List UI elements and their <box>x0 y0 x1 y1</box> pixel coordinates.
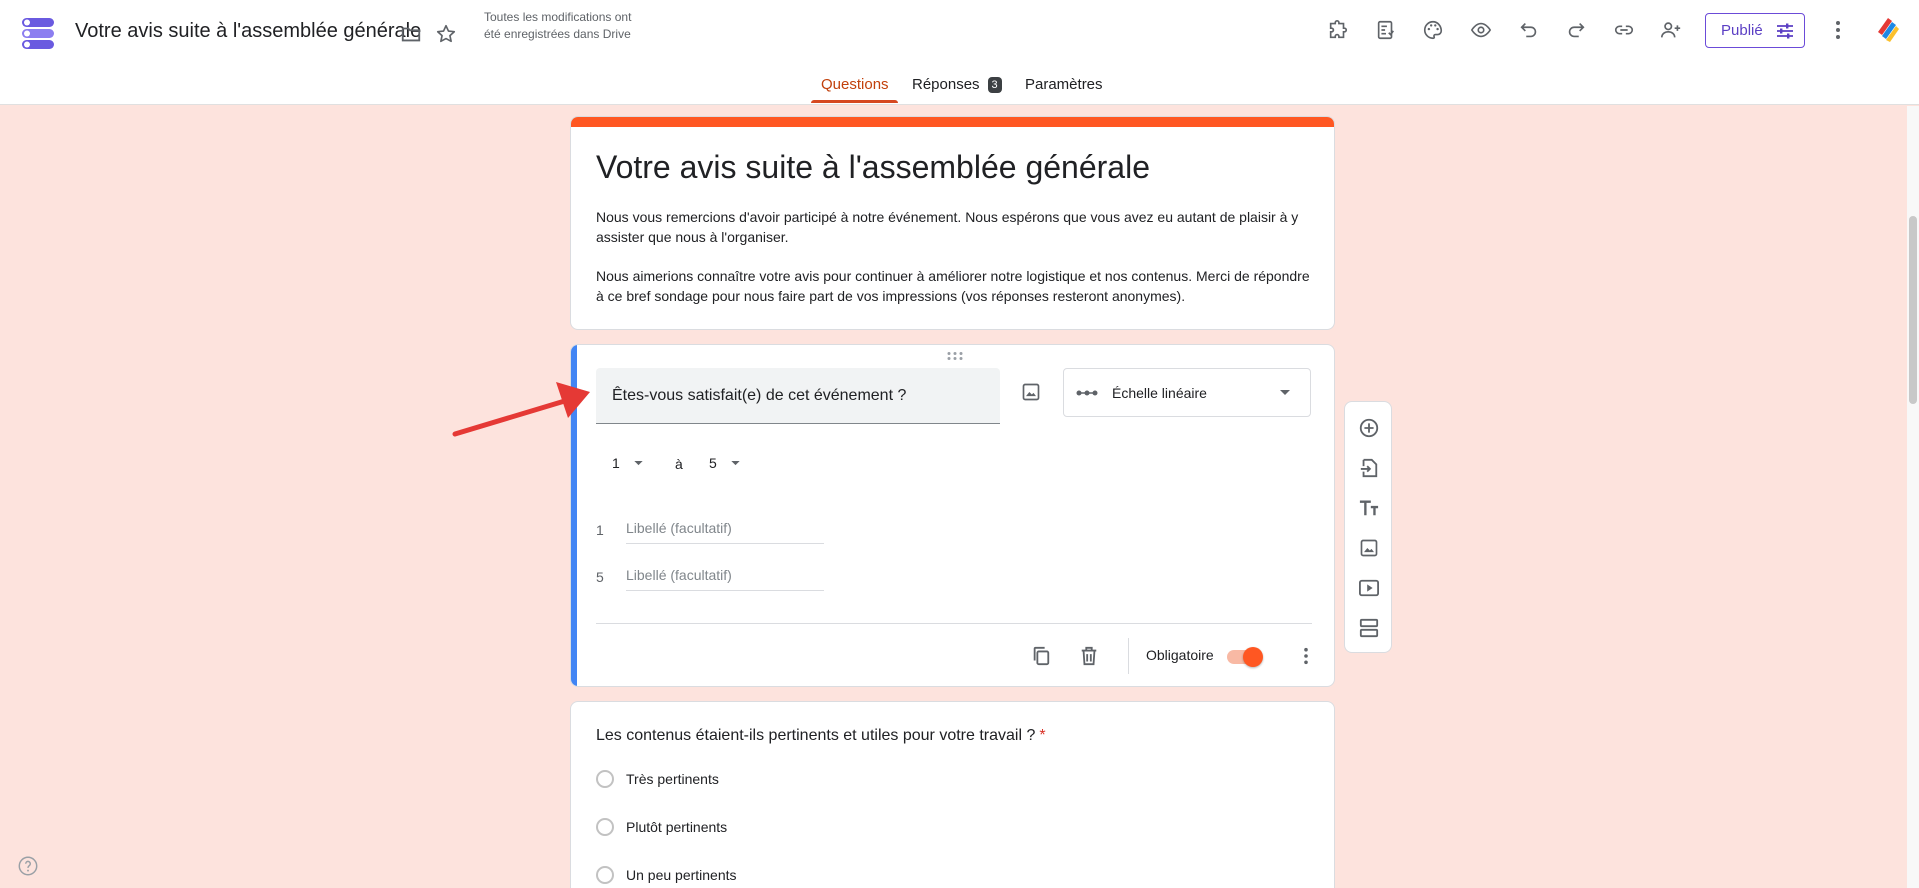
duplicate-icon[interactable] <box>1025 640 1057 672</box>
add-collaborator-icon[interactable] <box>1656 15 1686 45</box>
scale-min-label-input[interactable]: Libellé (facultatif) <box>626 516 824 544</box>
add-video-icon[interactable] <box>1353 572 1385 604</box>
tab-responses[interactable]: Réponses 3 <box>912 76 1002 105</box>
add-image-icon[interactable] <box>1015 376 1047 408</box>
publish-button[interactable]: Publié <box>1705 13 1805 48</box>
linear-scale-icon <box>1076 390 1098 395</box>
addon-icon[interactable] <box>1323 15 1353 45</box>
radio-option[interactable]: Plutôt pertinents <box>596 818 727 836</box>
save-status: Toutes les modifications ont été enregis… <box>484 10 632 41</box>
import-questions-icon[interactable] <box>1353 452 1385 484</box>
palette-icon[interactable] <box>1418 15 1448 45</box>
form-tabs: Questions Réponses 3 Paramètres <box>0 76 1919 106</box>
document-title[interactable]: Votre avis suite à l'assemblée générale <box>75 20 421 43</box>
scale-max-label-input[interactable]: Libellé (facultatif) <box>626 563 824 591</box>
form-title[interactable]: Votre avis suite à l'assemblée générale <box>596 149 1150 186</box>
quiz-icon[interactable] <box>1371 15 1401 45</box>
add-title-icon[interactable] <box>1353 492 1385 524</box>
brand-logo-icon[interactable] <box>1872 14 1904 46</box>
undo-icon[interactable] <box>1514 15 1544 45</box>
publish-label: Publié <box>1721 22 1763 39</box>
scale-min-value: 1 <box>612 455 620 471</box>
description-paragraph: Nous vous remercions d'avoir participé à… <box>596 209 1299 245</box>
add-question-icon[interactable] <box>1353 412 1385 444</box>
question-title: Les contenus étaient-ils pertinents et u… <box>596 727 1046 745</box>
star-icon[interactable] <box>431 19 461 49</box>
add-image-icon[interactable] <box>1353 532 1385 564</box>
delete-icon[interactable] <box>1073 640 1105 672</box>
more-vert-icon[interactable] <box>1823 15 1853 45</box>
scale-to-label: à <box>675 456 683 472</box>
question-card-active[interactable]: Êtes-vous satisfait(e) de cet événement … <box>570 344 1335 687</box>
theme-accent-bar <box>571 117 1334 127</box>
radio-option[interactable]: Un peu pertinents <box>596 866 737 884</box>
page-scrollbar[interactable] <box>1907 106 1919 888</box>
radio-button[interactable] <box>596 866 614 884</box>
tab-responses-label: Réponses <box>912 76 980 93</box>
active-tab-indicator <box>811 100 898 103</box>
radio-option-label: Très pertinents <box>626 771 719 787</box>
chevron-down-icon <box>634 460 643 465</box>
required-label: Obligatoire <box>1146 647 1214 663</box>
help-icon[interactable] <box>17 855 39 877</box>
publish-settings-icon <box>1776 23 1793 38</box>
link-icon[interactable] <box>1609 15 1639 45</box>
form-description[interactable]: Nous vous remercions d'avoir participé à… <box>596 207 1316 306</box>
scale-label-number: 5 <box>596 569 604 585</box>
description-paragraph: Nous aimerions connaître votre avis pour… <box>596 268 1310 304</box>
footer-separator <box>1128 638 1129 674</box>
radio-option-label: Plutôt pertinents <box>626 819 728 835</box>
radio-button[interactable] <box>596 818 614 836</box>
radio-option[interactable]: Très pertinents <box>596 770 719 788</box>
redo-icon[interactable] <box>1561 15 1591 45</box>
question-text: Les contenus étaient-ils pertinents et u… <box>596 727 1036 744</box>
preview-icon[interactable] <box>1466 15 1496 45</box>
folder-icon[interactable] <box>396 19 426 49</box>
toggle-knob <box>1243 647 1263 667</box>
add-section-icon[interactable] <box>1353 612 1385 644</box>
required-asterisk: * <box>1039 727 1046 744</box>
active-question-indicator <box>571 345 577 686</box>
tab-settings[interactable]: Paramètres <box>1025 76 1103 105</box>
question-more-icon[interactable] <box>1290 640 1322 672</box>
radio-option-label: Un peu pertinents <box>626 867 737 883</box>
top-app-bar: Votre avis suite à l'assemblée générale … <box>0 0 1919 105</box>
question-footer-divider <box>596 623 1312 624</box>
scale-label-number: 1 <box>596 522 604 538</box>
scrollbar-thumb[interactable] <box>1909 216 1917 404</box>
scale-max-value: 5 <box>709 455 717 471</box>
scale-min-select[interactable]: 1 <box>612 455 643 471</box>
question-title-input[interactable]: Êtes-vous satisfait(e) de cet événement … <box>596 368 1000 424</box>
floating-toolbar <box>1344 401 1392 653</box>
radio-button[interactable] <box>596 770 614 788</box>
responses-count-badge: 3 <box>987 77 1002 93</box>
chevron-down-icon <box>731 460 740 465</box>
question-card[interactable]: Les contenus étaient-ils pertinents et u… <box>570 701 1335 888</box>
drag-handle-icon[interactable] <box>946 351 964 361</box>
scale-max-select[interactable]: 5 <box>709 455 740 471</box>
chevron-down-icon <box>1280 389 1290 395</box>
forms-logo-icon[interactable] <box>20 15 56 51</box>
required-toggle[interactable] <box>1225 646 1263 667</box>
form-header-card[interactable]: Votre avis suite à l'assemblée générale … <box>570 116 1335 330</box>
question-type-dropdown[interactable]: Échelle linéaire <box>1063 368 1311 417</box>
question-type-label: Échelle linéaire <box>1112 384 1207 401</box>
